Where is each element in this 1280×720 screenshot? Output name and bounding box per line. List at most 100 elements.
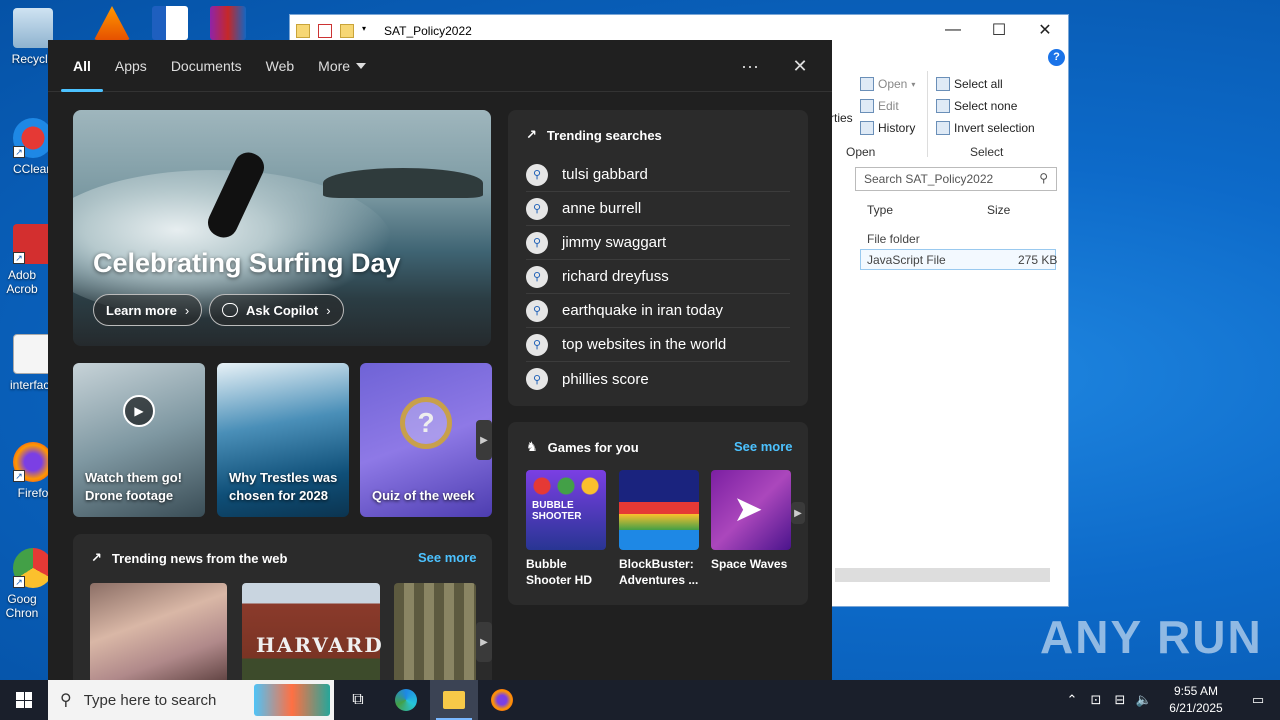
column-header-size[interactable]: Size (987, 203, 1010, 217)
chevron-right-icon: › (184, 302, 190, 318)
tab-label: Documents (170, 57, 242, 74)
properties-icon[interactable] (318, 24, 332, 38)
tab-documents[interactable]: Documents (159, 40, 254, 92)
trending-search-item[interactable]: ⚲ earthquake in iran today (526, 294, 790, 328)
card-label: Why Trestles was chosen for 2028 (229, 470, 338, 503)
horizontal-scrollbar[interactable] (835, 568, 1050, 582)
trending-arrow-icon: ↗ (91, 550, 102, 565)
search-icon: ⚲ (526, 163, 548, 186)
explorer-ribbon: rties Open ▾ Edit History Open Select all… (830, 71, 1070, 161)
game-label: BlockBuster: Adventures ... (619, 557, 699, 587)
search-tabs: All Apps Documents Web More ··· ✕ (48, 40, 832, 92)
trending-search-label: phillies score (562, 370, 649, 388)
tab-all[interactable]: All (61, 40, 103, 92)
game-label: Space Waves (711, 557, 788, 571)
select-all-button[interactable]: Select all (936, 77, 1003, 91)
tab-apps[interactable]: Apps (103, 40, 159, 92)
invert-selection-button[interactable]: Invert selection (936, 121, 1035, 135)
taskbar: ⚲ Type here to search ⧉ ⌃ ⊡ ⊟ 🔈 9:55 AM … (0, 680, 1280, 720)
help-icon[interactable]: ? (1048, 49, 1065, 66)
search-icon: ⚲ (526, 299, 548, 322)
properties-button[interactable]: rties (830, 111, 853, 125)
trending-news-header: ↗ Trending news from the web (91, 550, 287, 566)
clock-date: 6/21/2025 (1169, 701, 1223, 715)
trending-search-item[interactable]: ⚲ jimmy swaggart (526, 226, 790, 260)
content-card[interactable]: ▶ Watch them go! Drone footage (73, 363, 205, 517)
games-scroll-right-button[interactable]: ▶ (791, 502, 805, 524)
taskbar-search-box[interactable]: ⚲ Type here to search (48, 680, 334, 720)
learn-more-button[interactable]: Learn more › (93, 294, 203, 326)
news-image[interactable] (394, 583, 476, 680)
taskbar-edge-button[interactable] (382, 680, 430, 720)
word-document-icon[interactable] (152, 6, 188, 40)
network-icon[interactable]: ⊟ (1108, 692, 1132, 708)
file-row-type[interactable]: File folder (867, 232, 920, 246)
news-image[interactable] (90, 583, 227, 680)
chevron-up-icon[interactable]: ⌃ (1060, 692, 1084, 708)
ask-copilot-button[interactable]: Ask Copilot › (209, 294, 344, 326)
close-panel-button[interactable]: ✕ (786, 56, 814, 77)
more-options-button[interactable]: ··· (736, 56, 764, 77)
desktop-top-icons (94, 6, 246, 40)
vlc-icon[interactable] (94, 6, 130, 40)
game-tile-image[interactable]: BUBBLE SHOOTER (526, 470, 606, 550)
window-controls: — ☐ ✕ (930, 15, 1068, 45)
file-row-size: 275 KB (1018, 253, 1058, 267)
explorer-search-input[interactable]: Search SAT_Policy2022 ⚲ (855, 167, 1057, 191)
new-folder-icon[interactable] (340, 24, 354, 38)
start-button[interactable] (0, 680, 48, 720)
search-icon: ⚲ (526, 231, 548, 254)
taskbar-clock[interactable]: 9:55 AM 6/21/2025 (1156, 683, 1236, 717)
select-none-icon (936, 99, 950, 113)
trending-search-item[interactable]: ⚲ phillies score (526, 362, 790, 396)
history-button[interactable]: History (860, 121, 915, 135)
game-tile-image[interactable] (619, 470, 699, 550)
winrar-icon[interactable] (210, 6, 246, 40)
news-scroll-right-button[interactable]: ▶ (476, 622, 492, 662)
game-tile-image[interactable]: ➤ (711, 470, 791, 550)
file-row-type[interactable]: JavaScript File (867, 253, 946, 267)
chevron-down-icon (356, 62, 367, 69)
news-image-text: HARVARD (256, 633, 384, 657)
chevron-down-icon[interactable]: ▾ (362, 24, 370, 38)
shortcut-arrow-icon: ↗ (13, 470, 25, 482)
select-none-button[interactable]: Select none (936, 99, 1017, 113)
games-see-more-link[interactable]: See more (734, 439, 793, 454)
shortcut-arrow-icon: ↗ (13, 252, 25, 264)
maximize-button[interactable]: ☐ (976, 15, 1022, 45)
search-highlight-image (254, 684, 330, 716)
tab-more[interactable]: More (306, 40, 378, 92)
column-header-type[interactable]: Type (867, 203, 893, 217)
taskbar-firefox-button[interactable] (478, 680, 526, 720)
trending-search-item[interactable]: ⚲ top websites in the world (526, 328, 790, 362)
open-button[interactable]: Open ▾ (860, 77, 915, 91)
taskbar-file-explorer-button[interactable] (430, 680, 478, 720)
trending-searches-header: ↗ Trending searches (526, 127, 662, 143)
tab-web[interactable]: Web (254, 40, 307, 92)
play-icon: ▶ (123, 395, 155, 427)
edit-button[interactable]: Edit (860, 99, 899, 113)
edge-icon (395, 689, 417, 711)
trending-searches-title: Trending searches (546, 127, 662, 143)
cards-scroll-right-button[interactable]: ▶ (476, 420, 492, 460)
trending-search-item[interactable]: ⚲ tulsi gabbard (526, 158, 790, 192)
content-card[interactable]: ? Quiz of the week (360, 363, 492, 517)
news-see-more-link[interactable]: See more (418, 550, 477, 565)
firefox-icon: ↗ (13, 442, 53, 482)
trending-search-item[interactable]: ⚲ richard dreyfuss (526, 260, 790, 294)
notifications-icon[interactable]: ▭ (1236, 692, 1280, 708)
hero-card[interactable]: Celebrating Surfing Day Learn more › Ask… (73, 110, 491, 346)
task-view-button[interactable]: ⧉ (334, 680, 382, 720)
minimize-button[interactable]: — (930, 15, 976, 45)
close-button[interactable]: ✕ (1022, 15, 1068, 45)
news-image[interactable]: HARVARD (242, 583, 382, 680)
folder-icon[interactable] (296, 24, 310, 38)
trending-search-label: jimmy swaggart (562, 234, 667, 251)
content-card[interactable]: Why Trestles was chosen for 2028 (217, 363, 349, 517)
volume-icon[interactable]: 🔈 (1132, 692, 1156, 708)
adobe-acrobat-icon: ↗ (13, 224, 53, 264)
trending-search-item[interactable]: ⚲ anne burrell (526, 192, 790, 226)
space-arrow-icon: ➤ (733, 488, 764, 529)
device-icon[interactable]: ⊡ (1084, 692, 1108, 708)
window-title: SAT_Policy2022 (384, 24, 472, 38)
